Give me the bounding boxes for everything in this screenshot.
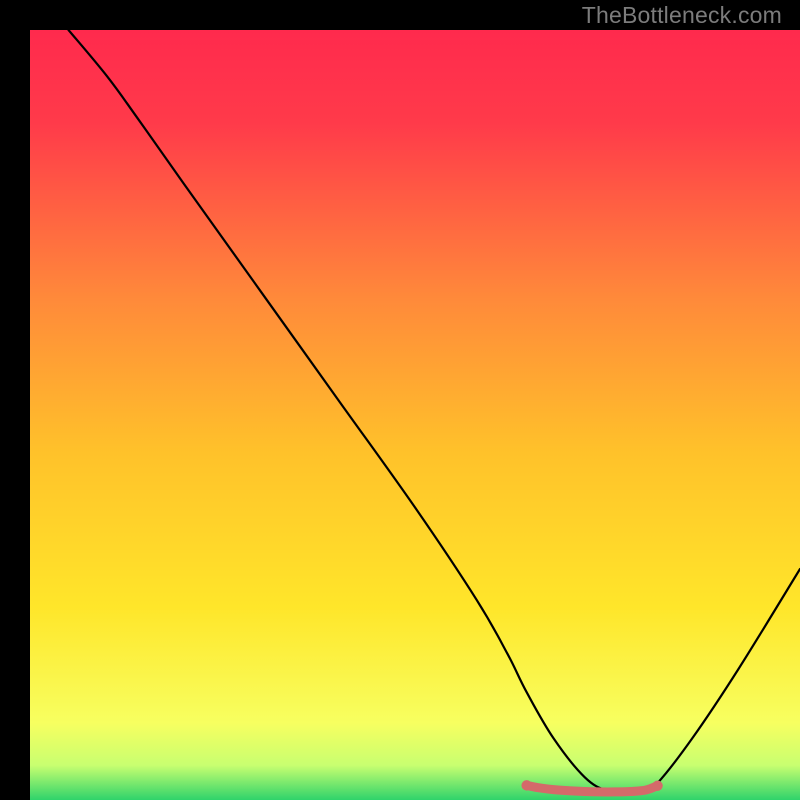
chart-frame <box>15 15 785 785</box>
plot-area <box>30 30 800 800</box>
watermark: TheBottleneck.com <box>582 2 782 29</box>
gradient-background <box>30 30 800 800</box>
highlight-band-endpoint <box>652 781 662 791</box>
highlight-band-endpoint <box>521 780 531 790</box>
